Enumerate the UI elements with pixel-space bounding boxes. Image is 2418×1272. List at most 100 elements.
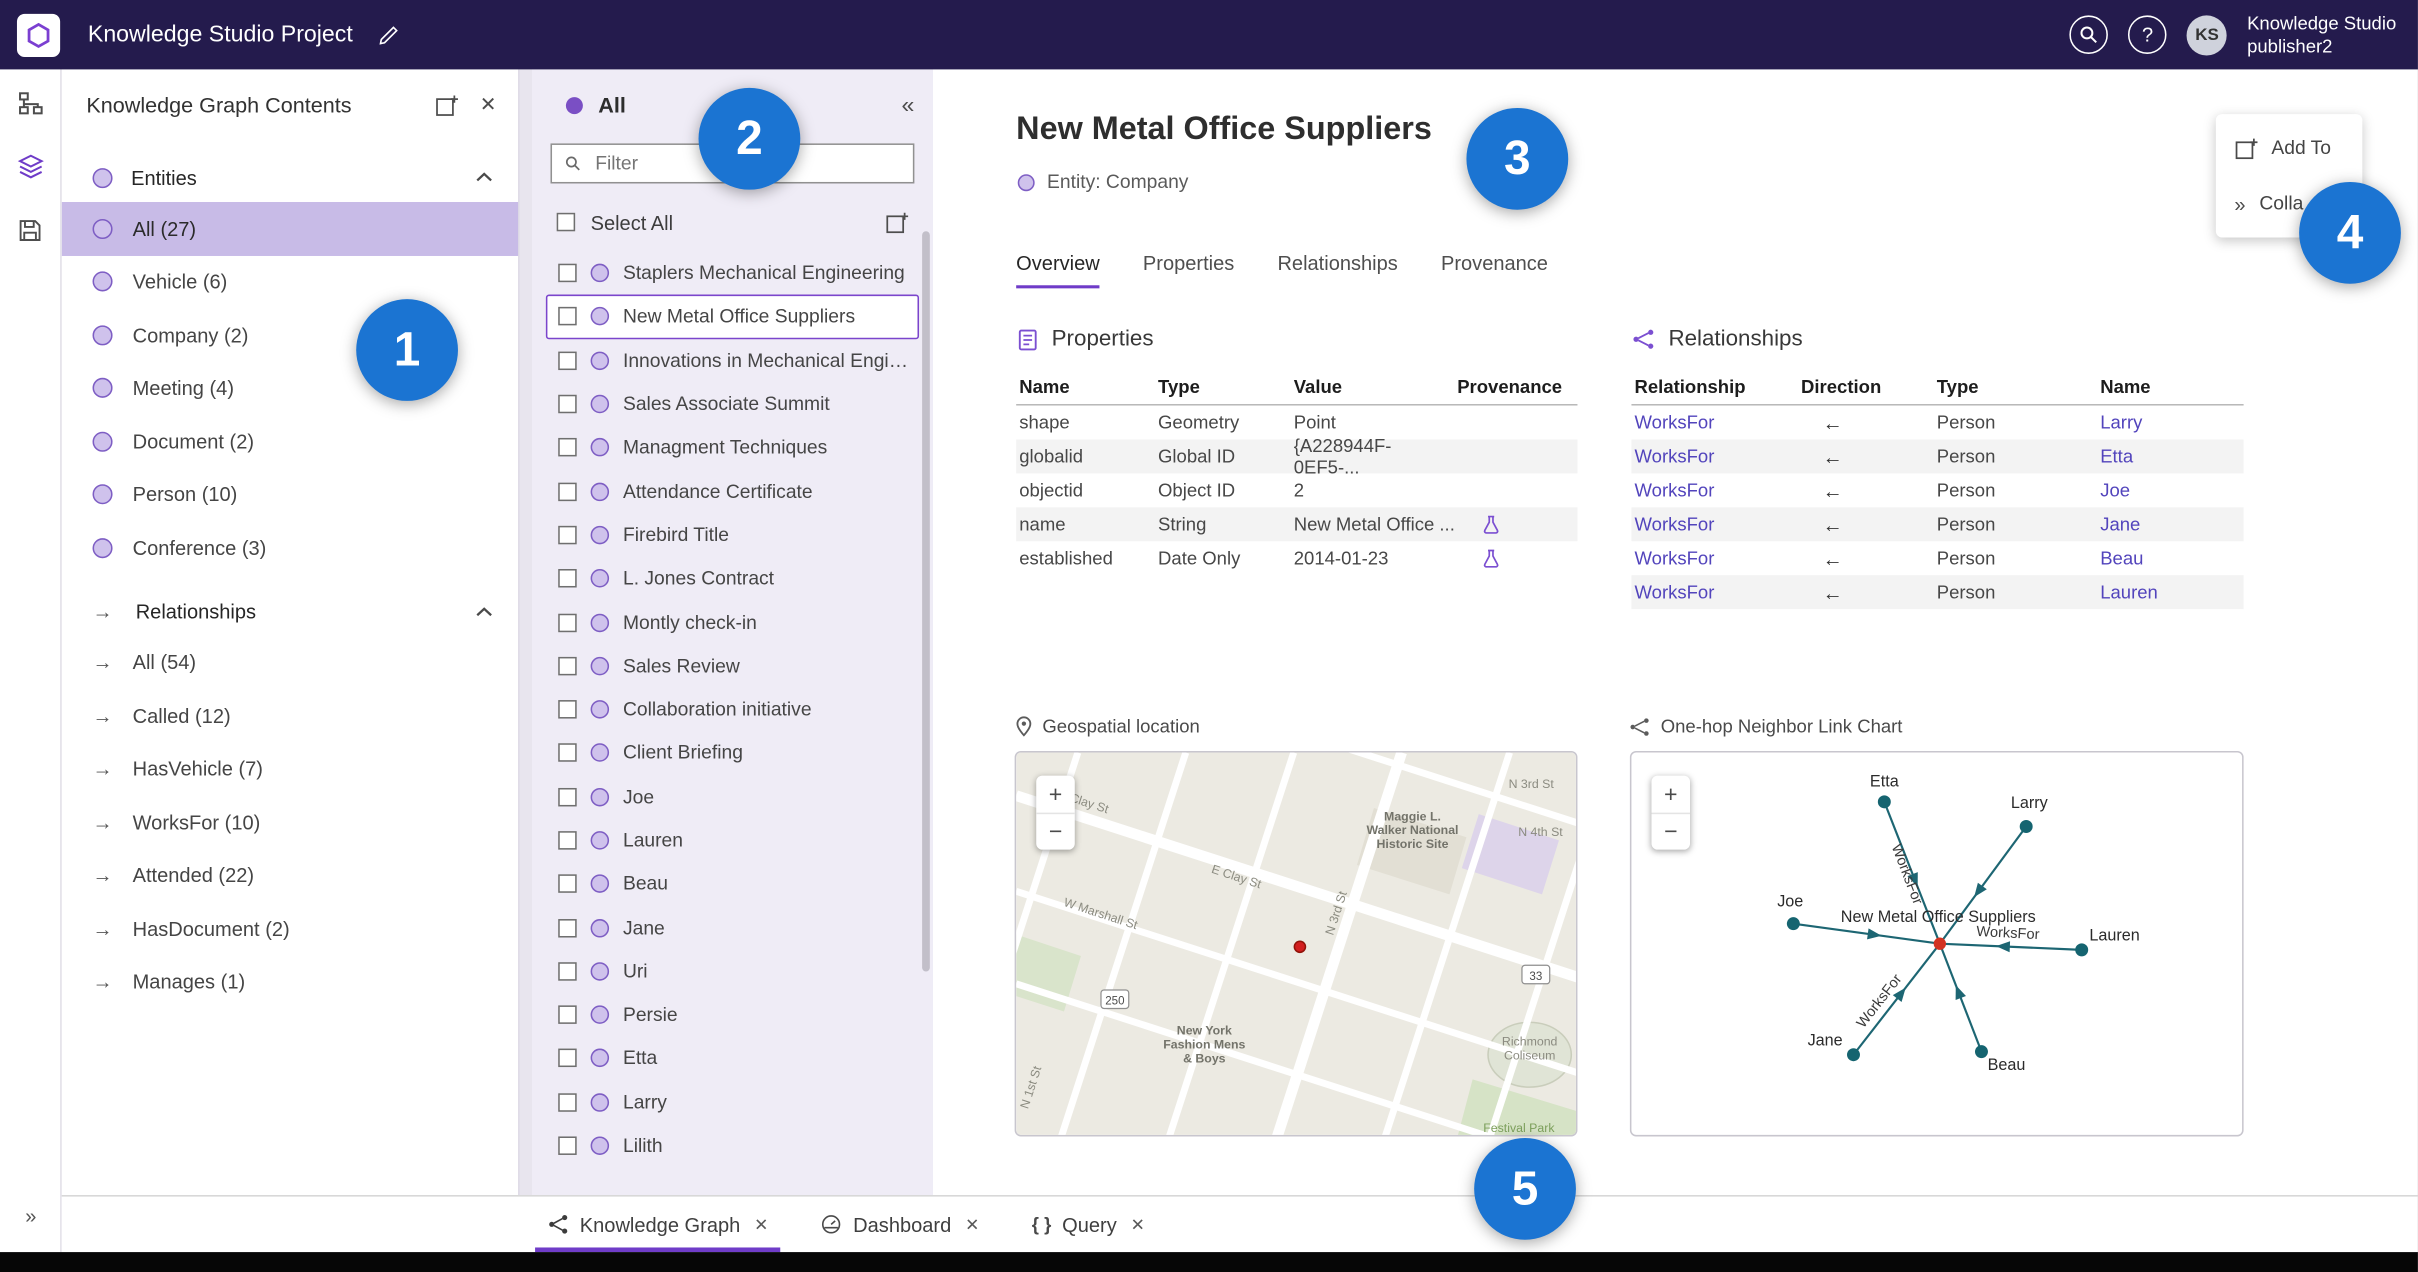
entities-section-header[interactable]: Entities <box>62 153 518 202</box>
close-tab-icon[interactable]: ✕ <box>965 1214 979 1235</box>
save-icon[interactable] <box>12 211 49 248</box>
graph-item-row[interactable]: Sales Review <box>546 644 919 688</box>
link-chart-canvas[interactable]: WorksForWorksForWorksForEttaLarryJoeLaur… <box>1631 752 2243 1136</box>
item-checkbox[interactable] <box>558 482 577 501</box>
tab-properties[interactable]: Properties <box>1143 251 1234 288</box>
related-entity-link[interactable]: Joe <box>2100 480 2239 502</box>
help-icon[interactable]: ? <box>2128 15 2167 54</box>
hierarchy-icon[interactable] <box>12 85 49 122</box>
item-checkbox[interactable] <box>558 787 577 807</box>
item-checkbox[interactable] <box>558 874 577 894</box>
graph-node[interactable] <box>1847 1048 1860 1062</box>
select-all-checkbox[interactable] <box>556 212 576 232</box>
graph-item-row[interactable]: Lauren <box>546 819 919 863</box>
item-checkbox[interactable] <box>558 307 577 327</box>
relationships-section-header[interactable]: → Relationships <box>62 587 518 636</box>
add-item-icon[interactable] <box>885 210 909 233</box>
bottom-tab-knowledge-graph[interactable]: Knowledge Graph ✕ <box>532 1197 784 1253</box>
edit-title-icon[interactable] <box>377 24 399 46</box>
graph-item-row[interactable]: Attendance Certificate <box>546 470 919 514</box>
entity-filter-item[interactable]: Person (10) <box>62 468 518 521</box>
relationship-link[interactable]: WorksFor <box>1631 547 1801 569</box>
related-entity-link[interactable]: Jane <box>2100 513 2239 535</box>
zoom-out-button[interactable]: − <box>1651 812 1691 850</box>
item-checkbox[interactable] <box>558 743 577 763</box>
graph-node[interactable] <box>1974 1045 1988 1059</box>
avatar[interactable]: KS <box>2186 14 2228 55</box>
map-canvas[interactable]: 25033 W Clay StE Clay StW Marshall St N 3… <box>1016 752 1577 1136</box>
item-checkbox[interactable] <box>558 263 577 283</box>
graph-node[interactable] <box>1786 917 1800 931</box>
graph-item-row[interactable]: Sales Associate Summit <box>546 382 919 426</box>
tab-provenance[interactable]: Provenance <box>1441 251 1548 288</box>
collapse-panel-icon[interactable]: « <box>902 92 915 118</box>
relationship-filter-item[interactable]: → Called (12) <box>62 689 518 742</box>
graph-item-row[interactable]: New Metal Office Suppliers <box>545 294 920 339</box>
graph-item-row[interactable]: Montly check-in <box>546 600 919 644</box>
item-checkbox[interactable] <box>558 1136 577 1156</box>
relationship-link[interactable]: WorksFor <box>1631 513 1801 535</box>
item-checkbox[interactable] <box>558 656 577 676</box>
zoom-in-button[interactable]: + <box>1651 776 1690 813</box>
item-checkbox[interactable] <box>558 1049 577 1068</box>
app-logo[interactable] <box>16 13 61 57</box>
item-checkbox[interactable] <box>558 612 577 632</box>
scrollbar-thumb[interactable] <box>922 231 930 972</box>
item-checkbox[interactable] <box>558 569 577 588</box>
relationship-filter-item[interactable]: → Attended (22) <box>62 849 518 902</box>
relationship-filter-item[interactable]: → HasDocument (2) <box>62 902 518 955</box>
provenance-icon[interactable] <box>1482 548 1578 568</box>
search-icon[interactable] <box>2069 15 2109 54</box>
item-checkbox[interactable] <box>558 525 577 545</box>
graph-item-row[interactable]: Uri <box>546 949 919 993</box>
close-tab-icon[interactable]: ✕ <box>1131 1214 1145 1235</box>
relationship-filter-item[interactable]: → All (54) <box>62 636 518 689</box>
graph-item-row[interactable]: Client Briefing <box>546 731 919 775</box>
graph-item-row[interactable]: Beau <box>546 862 919 906</box>
item-checkbox[interactable] <box>558 831 577 850</box>
related-entity-link[interactable]: Lauren <box>2100 581 2239 603</box>
related-entity-link[interactable]: Larry <box>2100 412 2239 434</box>
graph-item-row[interactable]: Innovations in Mechanical Engin... <box>546 339 919 383</box>
relationship-filter-item[interactable]: → HasVehicle (7) <box>62 742 518 795</box>
graph-item-row[interactable]: Etta <box>546 1037 919 1081</box>
chevron-up-icon[interactable] <box>475 171 494 183</box>
related-entity-link[interactable]: Etta <box>2100 446 2239 468</box>
entity-filter-item[interactable]: Conference (3) <box>62 521 518 574</box>
related-entity-link[interactable]: Beau <box>2100 547 2239 569</box>
graph-item-row[interactable]: Lilith <box>546 1124 919 1168</box>
relationship-link[interactable]: WorksFor <box>1631 480 1801 502</box>
tab-overview[interactable]: Overview <box>1016 251 1100 289</box>
graph-item-row[interactable]: Staplers Mechanical Engineering <box>546 251 919 295</box>
item-checkbox[interactable] <box>558 394 577 414</box>
relationship-link[interactable]: WorksFor <box>1631 446 1801 468</box>
map-marker[interactable] <box>1293 940 1307 954</box>
relationship-filter-item[interactable]: → Manages (1) <box>62 955 518 1008</box>
item-checkbox[interactable] <box>558 700 577 719</box>
relationship-link[interactable]: WorksFor <box>1631 581 1801 603</box>
graph-center-node[interactable] <box>1933 937 1947 950</box>
item-checkbox[interactable] <box>558 1092 577 1112</box>
add-item-icon[interactable] <box>435 93 459 116</box>
link-chart[interactable]: + − WorksFor WorksFor WorksFor Etta Larry Joe… <box>1629 750 2244 1137</box>
zoom-in-button[interactable]: + <box>1036 776 1075 813</box>
expand-rail-icon[interactable]: » <box>0 1204 62 1227</box>
graph-item-row[interactable]: Joe <box>546 775 919 819</box>
graph-item-row[interactable]: Firebird Title <box>546 513 919 557</box>
graph-node[interactable] <box>2019 820 2033 833</box>
tab-relationships[interactable]: Relationships <box>1277 251 1397 288</box>
item-checkbox[interactable] <box>558 918 577 937</box>
graph-item-row[interactable]: Jane <box>546 906 919 950</box>
bottom-tab-query[interactable]: { } Query ✕ <box>1016 1197 1160 1253</box>
graph-item-row[interactable]: Managment Techniques <box>546 426 919 470</box>
graph-item-row[interactable]: L. Jones Contract <box>546 557 919 601</box>
item-checkbox[interactable] <box>558 1005 577 1025</box>
graph-item-row[interactable]: Larry <box>546 1080 919 1124</box>
item-checkbox[interactable] <box>558 962 577 981</box>
item-checkbox[interactable] <box>558 351 577 370</box>
item-checkbox[interactable] <box>558 438 577 457</box>
bottom-tab-dashboard[interactable]: Dashboard ✕ <box>805 1197 994 1253</box>
graph-node[interactable] <box>1877 795 1891 809</box>
layers-icon[interactable] <box>12 148 49 185</box>
graph-item-row[interactable]: Persie <box>546 993 919 1037</box>
